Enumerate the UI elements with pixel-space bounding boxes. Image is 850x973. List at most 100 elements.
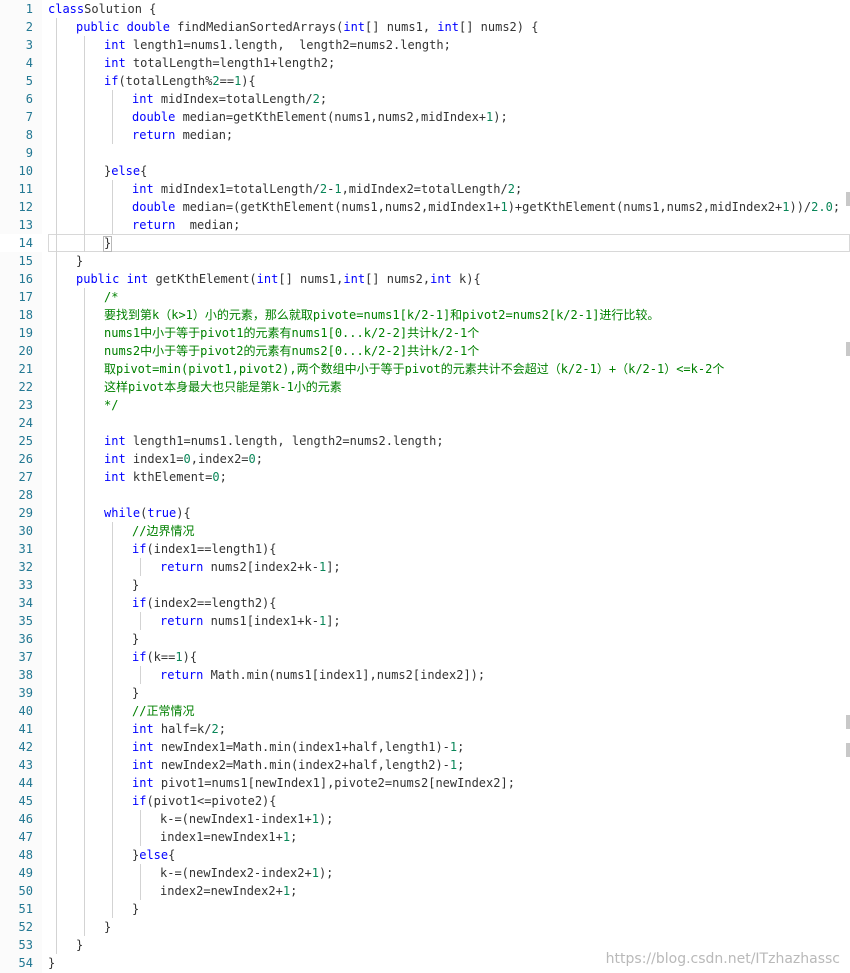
code-line[interactable]: 43 int newIndex2=Math.min(index2+half,len… [0,756,850,774]
line-number: 32 [18,560,33,574]
code-line[interactable]: 36} [0,630,850,648]
code-line[interactable]: 35 return nums1[index1+k-1]; [0,612,850,630]
comment-token: 取pivot=min(pivot1,pivot2),两个数组中小于等于pivot… [104,362,725,376]
code-line[interactable]: 1 classSolution { [0,0,850,18]
indent-guide [84,720,85,738]
code-line[interactable]: 3 int length1=nums1.length, length2=nums2… [0,36,850,54]
code-line[interactable]: 51} [0,900,850,918]
code-line[interactable]: 9 [0,144,850,162]
code-token: k-=(newIndex1-index1+ [160,812,312,826]
code-line[interactable]: 18 要找到第k（k>1）小的元素，那么就取pivote=nums1[k/2-1]… [0,306,850,324]
code-text: int midIndex1=totalLength/2-1,midIndex2=… [132,180,522,198]
code-content: int length1=nums1.length, length2=nums2.… [48,432,850,450]
code-content: 取pivot=min(pivot1,pivot2),两个数组中小于等于pivot… [48,360,850,378]
code-text: int newIndex1=Math.min(index1+half,lengt… [132,738,464,756]
keyword-token: return [160,668,204,682]
code-token: (totalLength% [118,74,213,88]
code-line[interactable]: 50 index2=newIndex2+1; [0,882,850,900]
code-line[interactable]: 15} [0,252,850,270]
keyword-token: while [104,506,141,520]
code-line[interactable]: 48}else{ [0,846,850,864]
line-number: 53 [18,938,33,952]
code-text: int length1=nums1.length, length2=nums2.… [104,432,444,450]
code-line[interactable]: 40 //正常情况 [0,702,850,720]
keyword-token: int [132,92,154,106]
scrollbar-marker [846,715,850,729]
code-content: if(pivot1<=pivote2){ [48,792,850,810]
code-line[interactable]: 45 if(pivot1<=pivote2){ [0,792,850,810]
code-line[interactable]: 20 nums2中小于等于pivot2的元素有nums2[0...k/2-2]共计… [0,342,850,360]
code-line[interactable]: 34 if(index2==length2){ [0,594,850,612]
code-line[interactable]: 42 int newIndex1=Math.min(index1+half,len… [0,738,850,756]
code-line[interactable]: 5 if(totalLength%2==1){ [0,72,850,90]
code-line[interactable]: 52} [0,918,850,936]
code-line[interactable]: 39} [0,684,850,702]
line-number: 35 [18,614,33,628]
code-line[interactable]: 16 public int getKthElement(int[] nums1,i… [0,270,850,288]
code-token: newIndex2=Math.min(index2+half,length2)- [153,758,450,772]
indent-guide [84,126,85,144]
code-line[interactable]: 32 return nums2[index2+k-1]; [0,558,850,576]
code-line[interactable]: 26 int index1=0,index2=0; [0,450,850,468]
indent-guide [56,396,57,414]
code-text: */ [104,396,118,414]
code-content: double median=(getKthElement(nums1,nums2… [48,198,850,216]
code-line[interactable]: 33} [0,576,850,594]
indent-guide [56,684,57,702]
number-token: 2 [211,722,219,736]
line-number: 38 [18,668,33,682]
code-line[interactable]: 27 int kthElement=0; [0,468,850,486]
code-text: //边界情况 [132,522,194,540]
code-text: int half=k/2; [132,720,226,738]
code-token: [] nums2) { [458,20,539,34]
keyword-token: int [104,434,126,448]
code-line[interactable]: 2 public double findMedianSortedArrays(in… [0,18,850,36]
code-token: [] nums1, [365,20,438,34]
code-line[interactable]: 37 if(k==1){ [0,648,850,666]
comment-token: 要找到第k（k>1）小的元素，那么就取pivote=nums1[k/2-1]和p… [104,308,660,322]
code-line[interactable]: 46 k-=(newIndex1-index1+1); [0,810,850,828]
indent-guide [84,540,85,558]
code-line[interactable]: 12 double median=(getKthElement(nums1,num… [0,198,850,216]
code-token: ){ [176,506,191,520]
code-line[interactable]: 47 index1=newIndex1+1; [0,828,850,846]
code-line[interactable]: 41 int half=k/2; [0,720,850,738]
code-line[interactable]: 17 /* [0,288,850,306]
line-number: 26 [18,452,33,466]
code-line[interactable]: 23 */ [0,396,850,414]
code-line[interactable]: 13 return median; [0,216,850,234]
code-line[interactable]: 24 [0,414,850,432]
number-token: 2 [507,182,515,196]
code-line[interactable]: 28 [0,486,850,504]
code-line[interactable]: 21 取pivot=min(pivot1,pivot2),两个数组中小于等于piv… [0,360,850,378]
code-content: nums1中小于等于pivot1的元素有nums1[0...k/2-2]共计k/… [48,324,850,342]
code-line[interactable]: 49 k-=(newIndex2-index2+1); [0,864,850,882]
code-line[interactable]: 38 return Math.min(nums1[index1],nums2[in… [0,666,850,684]
code-line[interactable]: 14} [0,234,850,252]
code-line[interactable]: 11 int midIndex1=totalLength/2-1,midIndex… [0,180,850,198]
line-number: 42 [18,740,33,754]
code-line[interactable]: 6 int midIndex=totalLength/2; [0,90,850,108]
code-line[interactable]: 22 这样pivot本身最大也只能是第k-1小的元素 [0,378,850,396]
code-text: if(index2==length2){ [132,594,277,612]
comment-token: //边界情况 [132,524,195,538]
code-line[interactable]: 10}else{ [0,162,850,180]
code-line[interactable]: 8 return median; [0,126,850,144]
line-number: 12 [18,200,33,214]
indent-guide [112,126,113,144]
keyword-token: public [76,20,120,34]
indent-guide [56,342,57,360]
code-line[interactable]: 31 if(index1==length1){ [0,540,850,558]
indent-guide [84,144,85,162]
code-line[interactable]: 25 int length1=nums1.length, length2=nums… [0,432,850,450]
code-text: } [132,900,139,918]
code-line[interactable]: 19 nums1中小于等于pivot1的元素有nums1[0...k/2-2]共计… [0,324,850,342]
code-line[interactable]: 30 //边界情况 [0,522,850,540]
keyword-token: double [132,200,176,214]
code-text: public int getKthElement(int[] nums1,int… [76,270,481,288]
code-line[interactable]: 44 int pivot1=nums1[newIndex1],pivote2=nu… [0,774,850,792]
code-line[interactable]: 7 double median=getKthElement(nums1,nums2… [0,108,850,126]
indent-guide [112,846,113,864]
code-line[interactable]: 29 while(true){ [0,504,850,522]
code-line[interactable]: 4 int totalLength=length1+length2; [0,54,850,72]
